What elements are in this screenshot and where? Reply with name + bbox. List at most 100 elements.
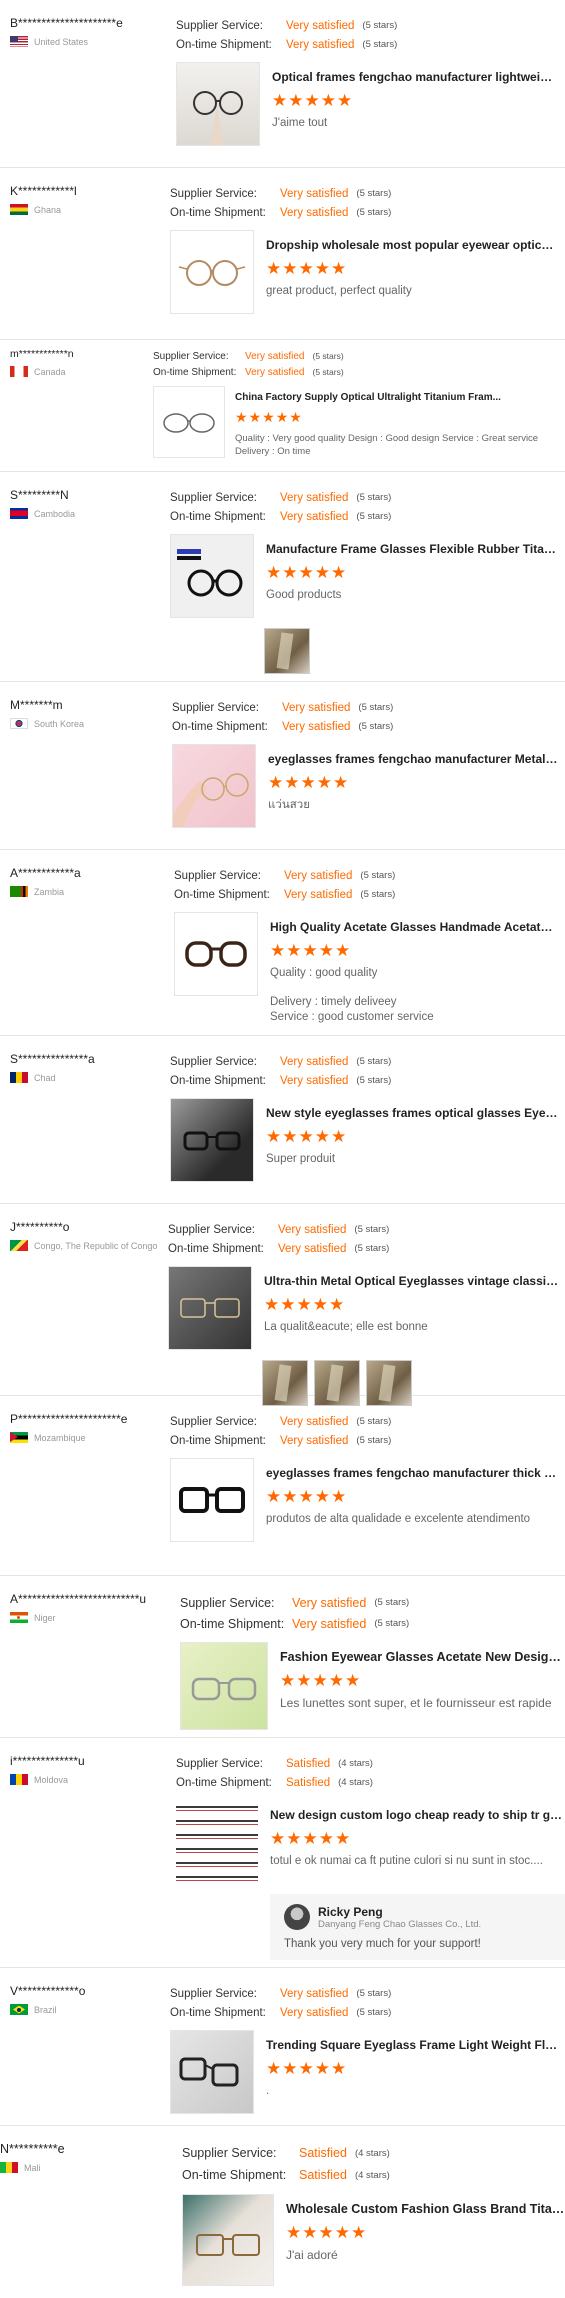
- review-star-rating: ★★★★★: [270, 942, 559, 960]
- star-icon: ★: [282, 563, 299, 582]
- product-title[interactable]: eyeglasses frames fengchao manufacturer …: [268, 752, 559, 766]
- product-title[interactable]: Optical frames fengchao manufacturer lig…: [272, 70, 559, 84]
- review-photos: [264, 628, 559, 674]
- review-star-rating: ★★★★★: [266, 2060, 559, 2078]
- review-item: m************n Canada Supplier Service: V…: [0, 340, 565, 472]
- supplier-service-label: Supplier Service:: [172, 701, 259, 714]
- product-image[interactable]: [153, 386, 225, 458]
- product-info: Trending Square Eyeglass Frame Light Wei…: [266, 2030, 559, 2114]
- reviewer-country: Niger: [10, 1612, 170, 1623]
- product-title[interactable]: China Factory Supply Optical Ultralight …: [235, 392, 565, 403]
- star-icon: ★: [280, 1671, 297, 1690]
- country-name: South Korea: [34, 718, 85, 729]
- review-star-rating: ★★★★★: [266, 564, 559, 582]
- supplier-service-rating: Very satisfied: [280, 1987, 349, 2000]
- star-icon: ★: [284, 773, 301, 792]
- review-star-rating: ★★★★★: [266, 1128, 559, 1146]
- review-star-rating: ★★★★★: [266, 1488, 559, 1506]
- product-image[interactable]: [170, 1098, 254, 1182]
- product-title[interactable]: Dropship wholesale most popular eyewear …: [266, 238, 559, 252]
- product-image[interactable]: [182, 2194, 274, 2286]
- star-icon: ★: [320, 91, 337, 110]
- supplier-service-label: Supplier Service:: [170, 491, 257, 504]
- review-comment: Quality : good quality: [270, 967, 378, 979]
- star-icon: ★: [318, 1829, 335, 1848]
- supplier-service-label: Supplier Service:: [176, 19, 263, 32]
- on-time-shipment-row: On-time Shipment: Very satisfied (5 stars): [172, 717, 559, 736]
- on-time-shipment-label: On-time Shipment:: [170, 2006, 266, 2019]
- on-time-shipment-stars: (5 stars): [356, 207, 392, 218]
- product-title[interactable]: Trending Square Eyeglass Frame Light Wei…: [266, 2038, 559, 2052]
- reviewer: B*********************e United States: [10, 16, 170, 47]
- product-image[interactable]: [176, 62, 260, 146]
- reviewer: S*********N Cambodia: [10, 488, 170, 519]
- product-title[interactable]: New design custom logo cheap ready to sh…: [270, 1808, 565, 1822]
- on-time-shipment-label: On-time Shipment:: [172, 720, 268, 733]
- product-title[interactable]: Wholesale Custom Fashion Glass Brand Tit…: [286, 2202, 565, 2216]
- supplier-service-row: Supplier Service: Very satisfied (5 stars): [168, 1220, 559, 1239]
- star-icon: ★: [302, 941, 319, 960]
- reviewer: N**********e Mali: [0, 2142, 160, 2173]
- reviewer-country: Zambia: [10, 886, 170, 897]
- supplier-service-row: Supplier Service: Very satisfied (5 stars): [170, 184, 559, 203]
- on-time-shipment-rating: Satisfied: [299, 2168, 347, 2182]
- flag-gh-icon: [10, 204, 28, 215]
- product-title[interactable]: New style eyeglasses frames optical glas…: [266, 1106, 559, 1120]
- review-comment: Good products: [266, 589, 342, 601]
- product-image[interactable]: [172, 744, 256, 828]
- star-icon: ★: [335, 1829, 352, 1848]
- on-time-shipment-stars: (5 stars): [358, 721, 394, 732]
- product-title[interactable]: eyeglasses frames fengchao manufacturer …: [266, 1466, 559, 1480]
- product-title[interactable]: Manufacture Frame Glasses Flexible Rubbe…: [266, 542, 559, 556]
- on-time-shipment-rating: Very satisfied: [286, 38, 355, 51]
- on-time-shipment-row: On-time Shipment: Satisfied (4 stars): [176, 1773, 565, 1792]
- review-comment: J'aime tout: [272, 117, 328, 129]
- star-icon: ★: [266, 1127, 283, 1146]
- supplier-service-rating: Satisfied: [286, 1757, 331, 1770]
- review-body: Supplier Service: Very satisfied (5 stars)…: [170, 1052, 559, 1182]
- reviewer: i**************u Moldova: [10, 1754, 170, 1785]
- star-icon: ★: [298, 563, 315, 582]
- supplier-service-label: Supplier Service:: [182, 2146, 277, 2160]
- supplier-service-label: Supplier Service:: [174, 869, 261, 882]
- on-time-shipment-label: On-time Shipment:: [174, 888, 270, 901]
- on-time-shipment-label: On-time Shipment:: [170, 1434, 266, 1447]
- review-star-rating: ★★★★★: [266, 260, 559, 278]
- product-image[interactable]: [170, 2030, 254, 2114]
- star-icon: ★: [302, 1829, 319, 1848]
- product-image[interactable]: [170, 534, 254, 618]
- product-title[interactable]: High Quality Acetate Glasses Handmade Ac…: [270, 920, 559, 934]
- on-time-shipment-label: On-time Shipment:: [170, 206, 266, 219]
- review-comment: produtos de alta qualidade e excelente a…: [266, 1513, 531, 1525]
- product-block: Optical frames fengchao manufacturer lig…: [176, 62, 559, 146]
- review-item: S***************a Chad Supplier Service:…: [0, 1036, 565, 1204]
- product-image[interactable]: [170, 1458, 254, 1542]
- product-title[interactable]: Ultra-thin Metal Optical Eyeglasses vint…: [264, 1274, 559, 1288]
- on-time-shipment-row: On-time Shipment: Very satisfied (5 stars): [168, 1239, 559, 1258]
- star-icon: ★: [304, 91, 321, 110]
- star-icon: ★: [312, 1671, 329, 1690]
- supplier-service-row: Supplier Service: Very satisfied (5 stars): [176, 16, 559, 35]
- on-time-shipment-row: On-time Shipment: Very satisfied (5 stars): [180, 1613, 565, 1634]
- product-image[interactable]: [180, 1642, 268, 1730]
- on-time-shipment-label: On-time Shipment:: [170, 510, 266, 523]
- product-title[interactable]: Fashion Eyewear Glasses Acetate New Desi…: [280, 1650, 565, 1664]
- on-time-shipment-row: On-time Shipment: Very satisfied (5 stars): [174, 885, 559, 904]
- reviewer-name: M*******m: [10, 698, 63, 712]
- reply-author: Ricky Peng Danyang Feng Chao Glasses Co.…: [310, 1905, 481, 1930]
- review-body: Supplier Service: Very satisfied (5 stars)…: [170, 1412, 559, 1542]
- reply-header: Ricky Peng Danyang Feng Chao Glasses Co.…: [284, 1904, 551, 1930]
- star-icon: ★: [235, 409, 249, 425]
- review-photo[interactable]: [264, 628, 310, 674]
- review-item: B*********************e United States Su…: [0, 0, 565, 168]
- product-image[interactable]: [170, 230, 254, 314]
- on-time-shipment-stars: (5 stars): [362, 39, 398, 50]
- product-info: Dropship wholesale most popular eyewear …: [266, 230, 559, 314]
- product-image[interactable]: [174, 912, 258, 996]
- product-image[interactable]: [176, 1800, 258, 1882]
- product-image[interactable]: [168, 1266, 252, 1350]
- review-star-rating: ★★★★★: [268, 774, 559, 792]
- supplier-service-rating: Very satisfied: [245, 350, 305, 362]
- supplier-service-stars: (5 stars): [358, 702, 394, 713]
- star-icon: ★: [331, 1127, 348, 1146]
